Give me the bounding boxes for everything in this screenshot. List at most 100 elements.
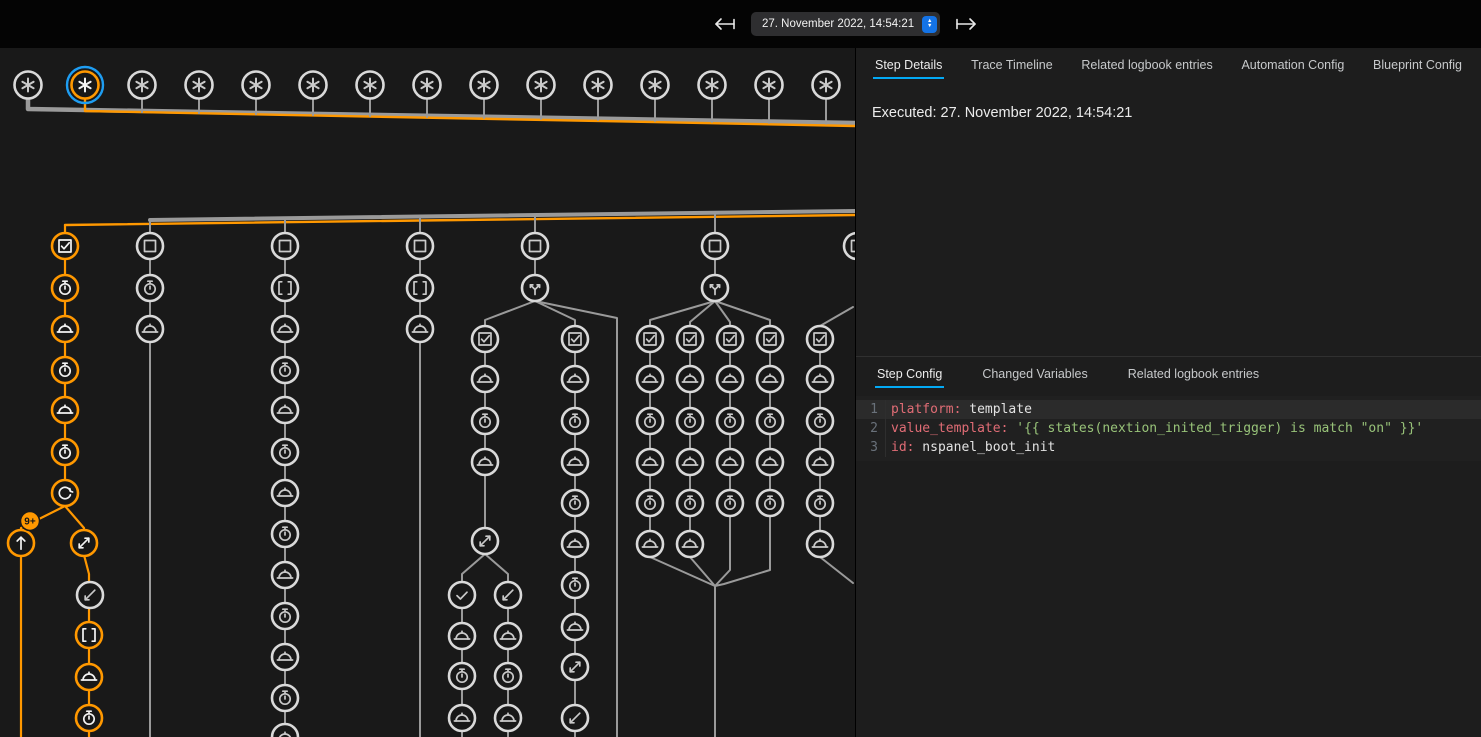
graph-node-service[interactable]: [449, 705, 475, 731]
graph-node-service[interactable]: [76, 664, 102, 690]
graph-node-service[interactable]: [449, 623, 475, 649]
graph-node-service[interactable]: [717, 449, 743, 475]
graph-node-arrowDL[interactable]: [77, 582, 103, 608]
graph-node-service[interactable]: [495, 705, 521, 731]
graph-node-checkbox[interactable]: [637, 326, 663, 352]
graph-node-service[interactable]: [807, 531, 833, 557]
run-date-select[interactable]: 27. November 2022, 14:54:21 ▲▼: [751, 12, 940, 36]
graph-node-parallel[interactable]: [472, 528, 498, 554]
graph-node-state[interactable]: [407, 233, 433, 259]
graph-node-service[interactable]: [272, 316, 298, 342]
tab-related-logbook-entries[interactable]: Related logbook entries: [1123, 361, 1264, 387]
graph-node-service[interactable]: [472, 449, 498, 475]
tab-automation-config[interactable]: Automation Config: [1236, 52, 1349, 78]
graph-node-trigger[interactable]: [756, 72, 783, 99]
graph-node-service[interactable]: [272, 562, 298, 588]
graph-node-checkbox[interactable]: [562, 326, 588, 352]
tab-changed-variables[interactable]: Changed Variables: [977, 361, 1092, 387]
graph-node-trigger[interactable]: [186, 72, 213, 99]
graph-node-repeat[interactable]: [52, 480, 78, 506]
graph-node-parallel[interactable]: [562, 654, 588, 680]
graph-node-choose[interactable]: [702, 275, 728, 301]
graph-node-service[interactable]: [495, 623, 521, 649]
graph-node-trigger[interactable]: [471, 72, 498, 99]
graph-node-service[interactable]: [637, 531, 663, 557]
graph-node-checkbox[interactable]: [472, 326, 498, 352]
yaml-code-editor[interactable]: 1platform: template2value_template: '{{ …: [856, 396, 1481, 461]
graph-node-service[interactable]: [52, 397, 78, 423]
graph-node-checkbox[interactable]: [807, 326, 833, 352]
graph-node-service[interactable]: [637, 449, 663, 475]
graph-node-arrowDL[interactable]: [562, 705, 588, 731]
graph-node-template[interactable]: [407, 275, 433, 301]
graph-node-template[interactable]: [272, 275, 298, 301]
graph-node-trigger[interactable]: [243, 72, 270, 99]
trace-graph[interactable]: 9+: [0, 48, 855, 737]
graph-node-check[interactable]: [449, 582, 475, 608]
graph-node-service[interactable]: [137, 316, 163, 342]
graph-node-state[interactable]: [702, 233, 728, 259]
tab-step-details[interactable]: Step Details: [870, 52, 947, 78]
graph-node-service[interactable]: [562, 449, 588, 475]
graph-node-stopwatch[interactable]: [562, 490, 588, 516]
graph-node-trigger[interactable]: [15, 72, 42, 99]
graph-node-stopwatch[interactable]: [52, 357, 78, 383]
tab-blueprint-config[interactable]: Blueprint Config: [1368, 52, 1467, 78]
graph-node-arrowDL[interactable]: [495, 582, 521, 608]
graph-node-trigger[interactable]: [585, 72, 612, 99]
graph-node-service[interactable]: [757, 449, 783, 475]
graph-node-stopwatch[interactable]: [757, 408, 783, 434]
graph-node-checkbox[interactable]: [677, 326, 703, 352]
graph-node-stopwatch[interactable]: [272, 603, 298, 629]
graph-node-stopwatch[interactable]: [562, 572, 588, 598]
graph-node-stopwatch[interactable]: [717, 490, 743, 516]
graph-node-service[interactable]: [272, 397, 298, 423]
graph-node-service[interactable]: [677, 449, 703, 475]
graph-node-stopwatch[interactable]: [677, 490, 703, 516]
graph-node-stopwatch[interactable]: [272, 439, 298, 465]
graph-node-service[interactable]: [272, 644, 298, 670]
graph-node-service[interactable]: [677, 531, 703, 557]
graph-node-stopwatch[interactable]: [677, 408, 703, 434]
graph-node-stopwatch[interactable]: [449, 663, 475, 689]
graph-node-stopwatch[interactable]: [272, 357, 298, 383]
graph-node-stopwatch[interactable]: [717, 408, 743, 434]
graph-node-parallel[interactable]: [71, 530, 97, 556]
graph-node-arrowUp[interactable]: [8, 530, 34, 556]
graph-node-state[interactable]: [844, 233, 855, 259]
graph-node-stopwatch[interactable]: [52, 275, 78, 301]
graph-node-service[interactable]: [807, 366, 833, 392]
graph-node-service[interactable]: [637, 366, 663, 392]
graph-node-service[interactable]: [407, 316, 433, 342]
graph-node-trigger[interactable]: [357, 72, 384, 99]
graph-node-trigger[interactable]: [642, 72, 669, 99]
graph-node-checkbox[interactable]: [717, 326, 743, 352]
graph-node-service[interactable]: [562, 531, 588, 557]
graph-node-trigger[interactable]: [813, 72, 840, 99]
graph-node-stopwatch[interactable]: [272, 685, 298, 711]
graph-node-template[interactable]: [76, 622, 102, 648]
graph-node-service[interactable]: [757, 366, 783, 392]
graph-node-stopwatch[interactable]: [137, 275, 163, 301]
graph-node-service[interactable]: [717, 366, 743, 392]
graph-node-service[interactable]: [52, 316, 78, 342]
graph-node-checkbox[interactable]: [52, 233, 78, 259]
graph-node-checkbox[interactable]: [757, 326, 783, 352]
graph-node-service[interactable]: [272, 724, 298, 737]
graph-node-state[interactable]: [137, 233, 163, 259]
graph-node-stopwatch[interactable]: [757, 490, 783, 516]
graph-node-trigger[interactable]: [129, 72, 156, 99]
trace-graph-canvas[interactable]: 9+: [0, 48, 855, 737]
graph-node-trigger[interactable]: [414, 72, 441, 99]
graph-node-stopwatch[interactable]: [495, 663, 521, 689]
previous-run-button[interactable]: [712, 14, 738, 34]
graph-node-stopwatch[interactable]: [637, 490, 663, 516]
graph-node-trigger[interactable]: [300, 72, 327, 99]
tab-step-config[interactable]: Step Config: [872, 361, 947, 387]
graph-node-stopwatch[interactable]: [562, 408, 588, 434]
graph-node-stopwatch[interactable]: [637, 408, 663, 434]
tab-trace-timeline[interactable]: Trace Timeline: [966, 52, 1058, 78]
graph-node-service[interactable]: [472, 366, 498, 392]
graph-node-service[interactable]: [677, 366, 703, 392]
graph-node-stopwatch[interactable]: [76, 705, 102, 731]
